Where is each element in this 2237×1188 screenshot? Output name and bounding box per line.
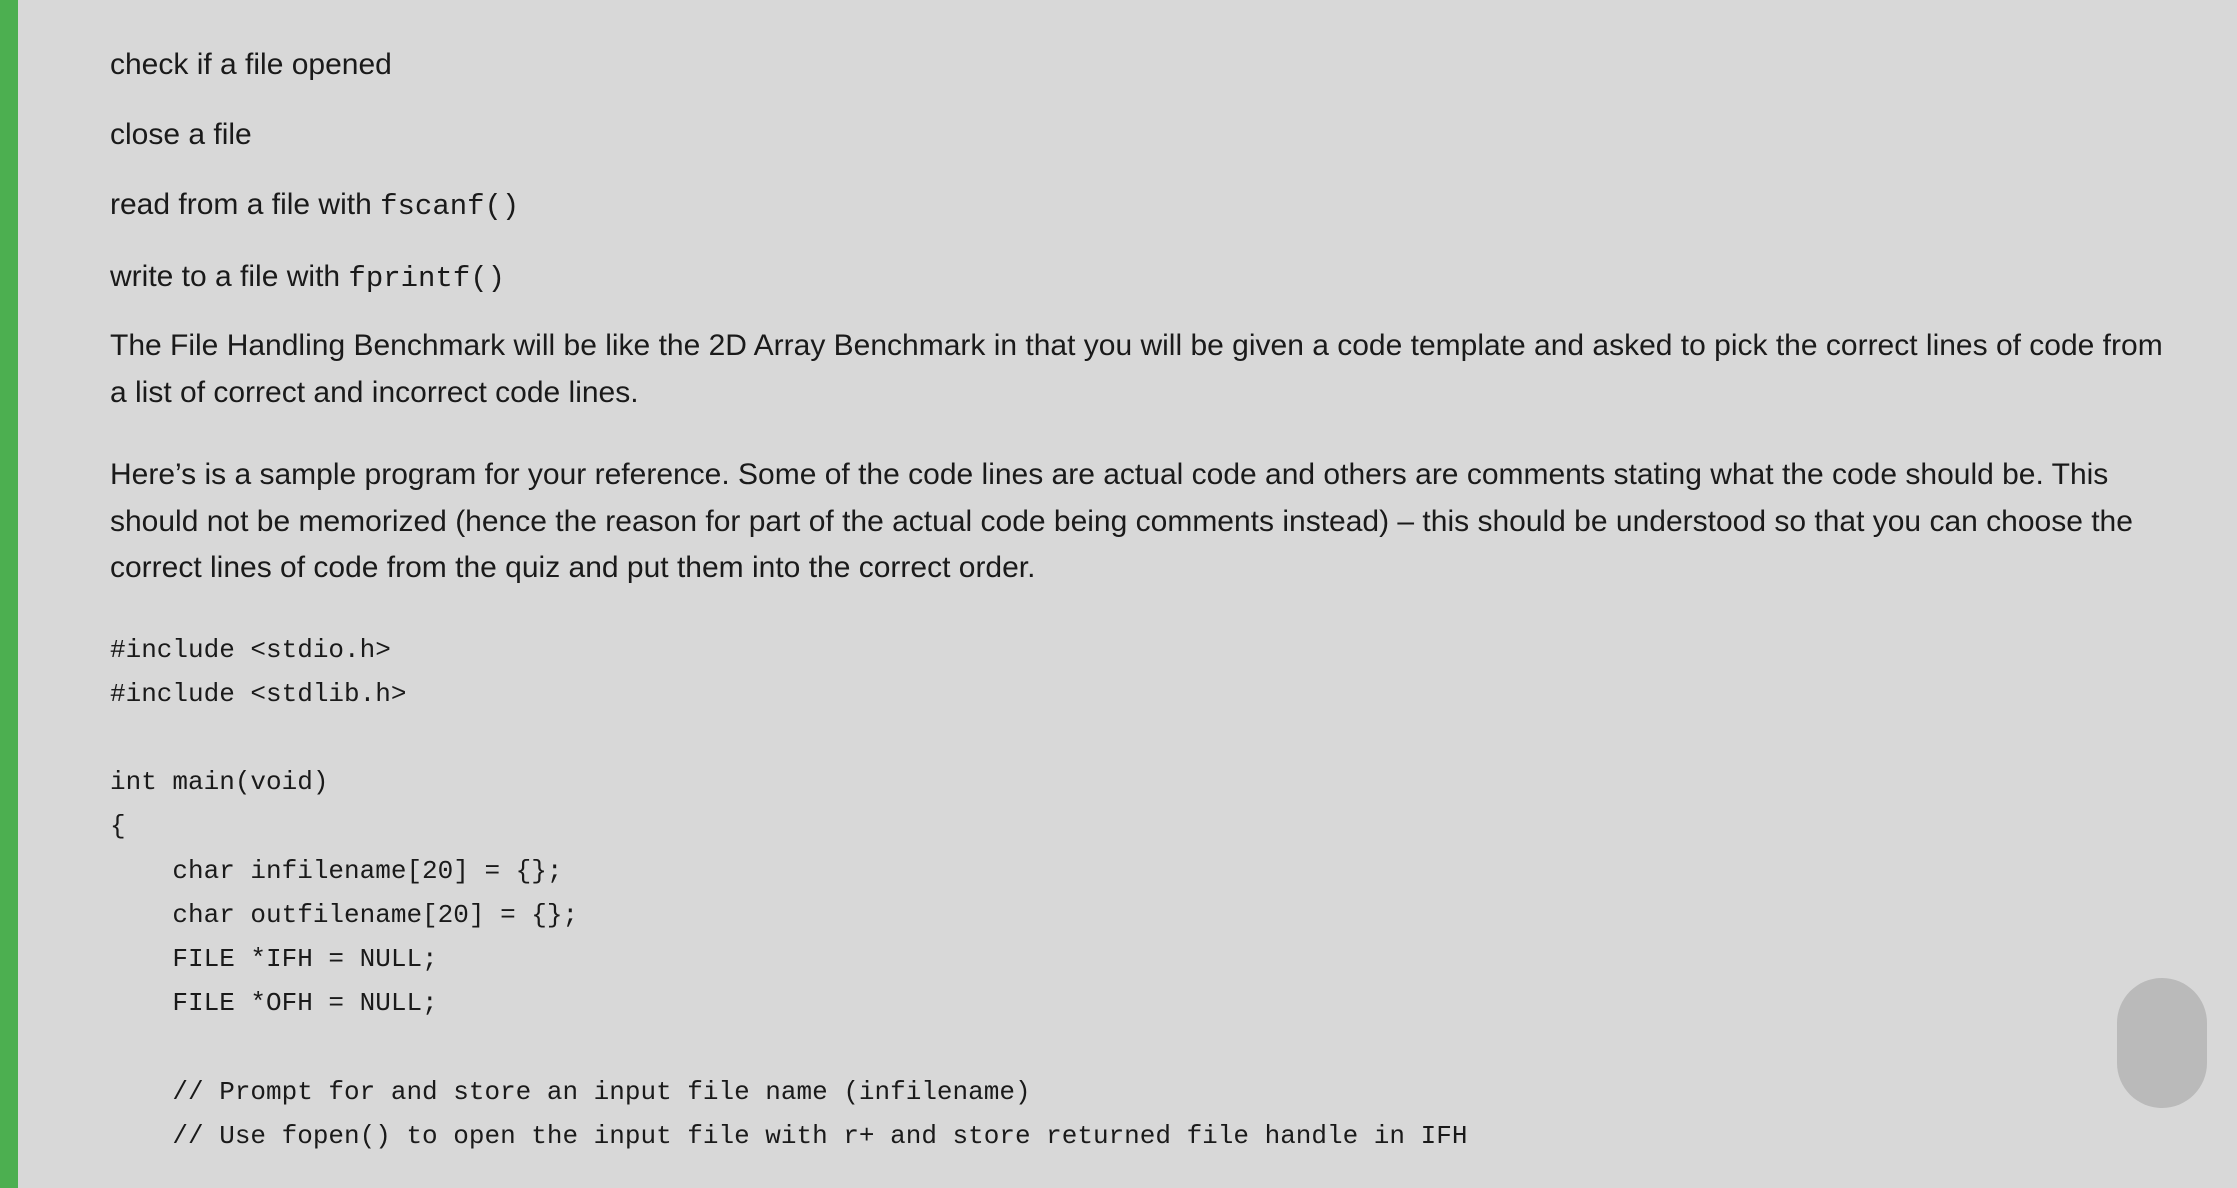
list-item-2-text: close a file <box>110 118 252 151</box>
code-block: #include <stdio.h> #include <stdlib.h> i… <box>110 628 2177 1158</box>
list-item-4-code: fprintf() <box>348 262 505 295</box>
paragraph-1: The File Handling Benchmark will be like… <box>110 323 2177 416</box>
paragraph-2: Here’s is a sample program for your refe… <box>110 452 2177 592</box>
list-item-2: close a file <box>110 100 2177 170</box>
list-item-4-text-before: write to a file with <box>110 260 348 293</box>
green-sidebar-bar <box>0 0 18 1188</box>
list-item-4: write to a file with fprintf() <box>110 242 2177 314</box>
list-item-3-text-before: read from a file with <box>110 188 380 221</box>
list-item-3-code: fscanf() <box>380 190 519 223</box>
list-item-1-text: check if a file opened <box>110 48 392 81</box>
scrollbar-thumb[interactable] <box>2117 978 2207 1108</box>
main-content: check if a file opened close a file read… <box>50 0 2237 1188</box>
list-item-1: check if a file opened <box>110 30 2177 100</box>
bullet-list: check if a file opened close a file read… <box>110 30 2177 313</box>
list-item-3: read from a file with fscanf() <box>110 170 2177 242</box>
